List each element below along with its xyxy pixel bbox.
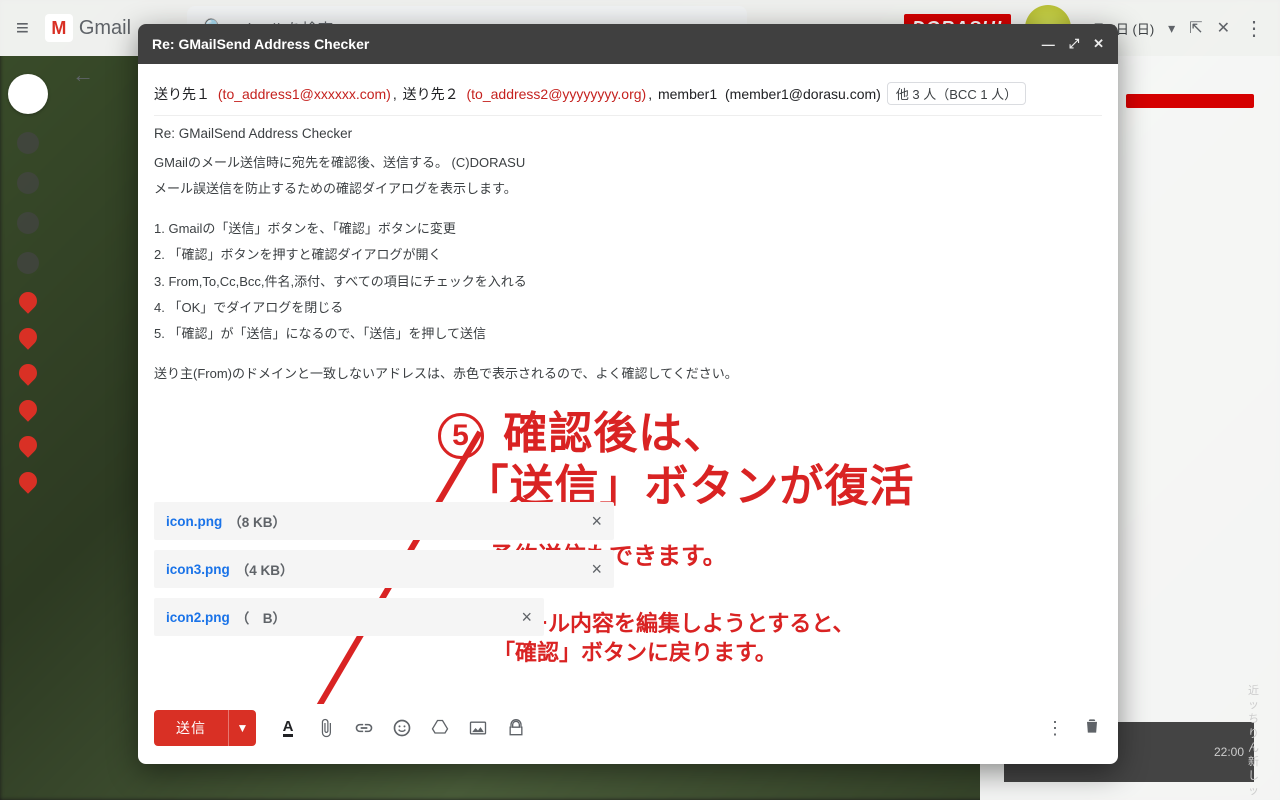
recipient-email: (to_address2@yyyyyyyy.org) (467, 86, 647, 102)
drive-icon[interactable] (430, 718, 450, 738)
format-icon[interactable]: A (278, 718, 298, 738)
subject-row[interactable]: Re: GMailSend Address Checker (154, 116, 1102, 149)
left-rail (0, 56, 56, 800)
rail-label-icon[interactable] (15, 396, 40, 421)
attachment-name: icon.png (166, 514, 222, 529)
send-button-group: 送信 ▼ (154, 710, 256, 746)
link-icon[interactable] (354, 718, 374, 738)
rail-label-icon[interactable] (15, 468, 40, 493)
other-recipients-badge[interactable]: 他 3 人（BCC 1 人） (887, 82, 1026, 105)
attachment-chip[interactable]: icon2.png （ B） × (154, 598, 544, 636)
close-icon[interactable]: ✕ (1217, 18, 1230, 38)
attachment-size: （4 KB） (236, 559, 294, 579)
send-more-button[interactable]: ▼ (228, 710, 256, 746)
rail-item[interactable] (17, 132, 39, 154)
rail-label-icon[interactable] (15, 324, 40, 349)
rail-label-icon[interactable] (15, 360, 40, 385)
menu-icon[interactable]: ≡ (16, 15, 29, 41)
recipient-email: (member1@dorasu.com) (725, 86, 881, 102)
recipient-email: (to_address1@xxxxxx.com) (218, 86, 391, 102)
popout-icon[interactable]: ⇱ (1189, 18, 1202, 38)
rail-item[interactable] (17, 252, 39, 274)
mail-body[interactable]: GMailのメール送信時に宛先を確認後、送信する。 (C)DORASU メール誤… (154, 149, 1102, 390)
emoji-icon[interactable] (392, 718, 412, 738)
attachment-list: icon.png （8 KB） × icon3.png （4 KB） × ico… (154, 502, 1102, 636)
gmail-text: Gmail (79, 17, 131, 40)
restore-icon[interactable]: ⤢ (1069, 36, 1079, 52)
minimize-icon[interactable]: — (1042, 37, 1055, 52)
rail-item[interactable] (17, 172, 39, 194)
remove-attachment-icon[interactable]: × (521, 607, 532, 628)
compose-toolbar: 送信 ▼ A ⋮ (138, 704, 1118, 764)
close-icon[interactable]: ✕ (1093, 36, 1104, 52)
side-vertical-text: 近ッちりん新しッ (1248, 684, 1280, 800)
rail-label-icon[interactable] (15, 432, 40, 457)
attachment-name: icon3.png (166, 562, 230, 577)
dialog-title: Re: GMailSend Address Checker (152, 36, 369, 52)
send-button[interactable]: 送信 (154, 710, 228, 746)
kebab-icon[interactable]: ⋮ (1244, 16, 1264, 41)
image-icon[interactable] (468, 718, 488, 738)
attachment-size: （8 KB） (228, 511, 286, 531)
discard-icon[interactable] (1082, 716, 1102, 741)
remove-attachment-icon[interactable]: × (591, 559, 602, 580)
confidential-icon[interactable] (506, 718, 526, 738)
create-bar[interactable] (1126, 94, 1254, 108)
event-time: 22:00 (1214, 745, 1244, 759)
chevron-down-icon[interactable]: ▾ (1168, 20, 1175, 37)
back-arrow-icon[interactable]: ← (72, 62, 94, 88)
gmail-m-icon: M (45, 14, 73, 42)
annotation-step-number: 5 (438, 413, 484, 459)
compose-fab[interactable] (8, 74, 48, 114)
remove-attachment-icon[interactable]: × (591, 511, 602, 532)
attach-icon[interactable] (316, 718, 336, 738)
more-options-icon[interactable]: ⋮ (1046, 718, 1064, 739)
recipients-row[interactable]: 送り先１ (to_address1@xxxxxx.com), 送り先２ (to_… (154, 76, 1102, 116)
attachment-name: icon2.png (166, 610, 230, 625)
attachment-chip[interactable]: icon.png （8 KB） × (154, 502, 614, 540)
attachment-size: （ B） (236, 607, 286, 627)
compose-dialog: Re: GMailSend Address Checker — ⤢ ✕ 送り先１… (138, 24, 1118, 764)
gmail-logo[interactable]: M Gmail (45, 14, 131, 42)
attachment-chip[interactable]: icon3.png （4 KB） × (154, 550, 614, 588)
rail-item[interactable] (17, 212, 39, 234)
dialog-titlebar[interactable]: Re: GMailSend Address Checker — ⤢ ✕ (138, 24, 1118, 64)
rail-label-icon[interactable] (15, 288, 40, 313)
